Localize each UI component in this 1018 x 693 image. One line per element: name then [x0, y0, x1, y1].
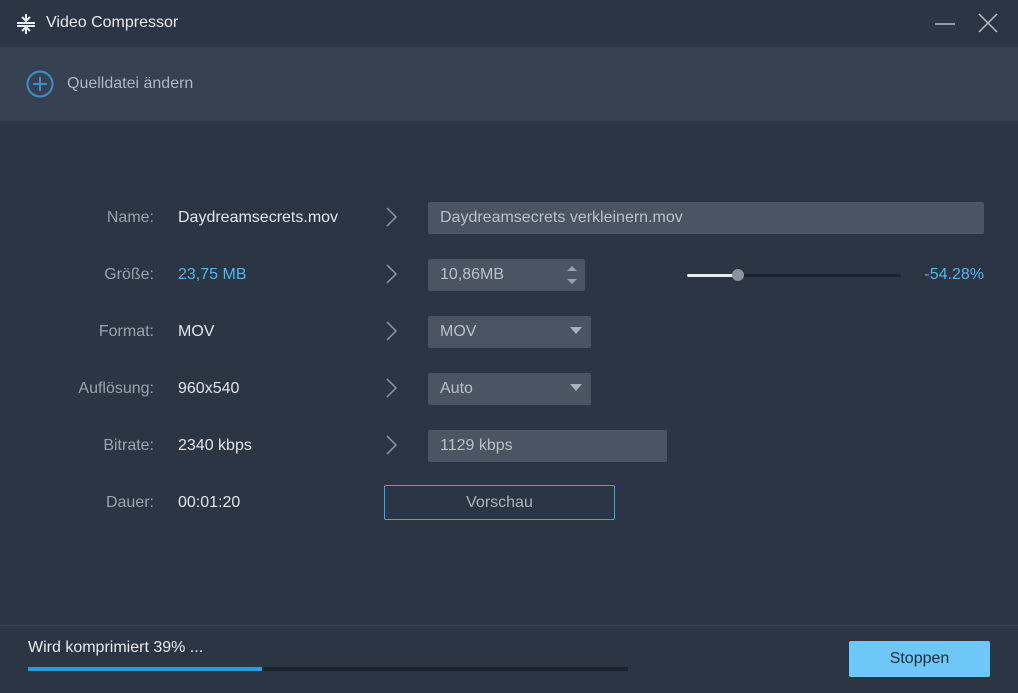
window-title: Video Compressor [46, 14, 179, 31]
compress-icon [17, 14, 35, 34]
size-reduction-percent: -54.28% [924, 266, 984, 283]
source-size: 23,75 MB [178, 266, 247, 283]
change-source-button[interactable]: Quelldatei ändern [26, 69, 193, 99]
source-name: Daydreamsecrets.mov [178, 209, 339, 226]
size-slider-fill [687, 274, 739, 277]
resolution-select-value: Auto [440, 380, 473, 397]
chevron-right-icon [386, 264, 398, 284]
bitrate-label: Bitrate: [103, 437, 154, 454]
stop-button[interactable]: Stoppen [849, 641, 990, 677]
preview-button[interactable]: Vorschau [384, 485, 615, 520]
chevron-right-icon [386, 435, 398, 455]
format-select-value: MOV [440, 323, 477, 340]
size-label: Größe: [104, 266, 154, 283]
change-source-label: Quelldatei ändern [67, 75, 194, 92]
spin-arrows-icon[interactable] [565, 262, 579, 288]
progress-bar-fill [28, 667, 262, 671]
chevron-down-icon [570, 384, 582, 391]
size-slider[interactable] [687, 269, 901, 281]
chevron-down-icon [570, 327, 582, 334]
format-select[interactable]: MOV [428, 316, 591, 348]
format-label: Format: [98, 323, 154, 340]
chevron-right-icon [386, 378, 398, 398]
target-bitrate-field: 1129 kbps [428, 430, 667, 462]
close-icon[interactable] [977, 12, 999, 34]
target-size-value: 10,86MB [440, 266, 505, 283]
minimize-icon[interactable] [934, 12, 956, 34]
source-duration: 00:01:20 [178, 494, 241, 511]
add-circle-icon [26, 70, 54, 98]
chevron-right-icon [386, 207, 398, 227]
output-name-input[interactable] [428, 202, 984, 234]
source-bar: Quelldatei ändern [0, 47, 1018, 121]
target-bitrate-value: 1129 kbps [440, 437, 513, 454]
compression-status: Wird komprimiert 39% ... [28, 639, 204, 656]
duration-label: Dauer: [105, 494, 154, 511]
resolution-select[interactable]: Auto [428, 373, 591, 405]
target-size-stepper[interactable]: 10,86MB [428, 259, 585, 291]
source-resolution: 960x540 [178, 380, 240, 397]
source-format: MOV [178, 323, 215, 340]
title-bar: Video Compressor [0, 0, 1018, 47]
size-slider-thumb[interactable] [732, 269, 745, 281]
chevron-right-icon [386, 321, 398, 341]
progress-bar [28, 667, 628, 671]
source-bitrate: 2340 kbps [178, 437, 252, 454]
resolution-label: Auflösung: [78, 380, 154, 397]
name-label: Name: [106, 209, 154, 226]
